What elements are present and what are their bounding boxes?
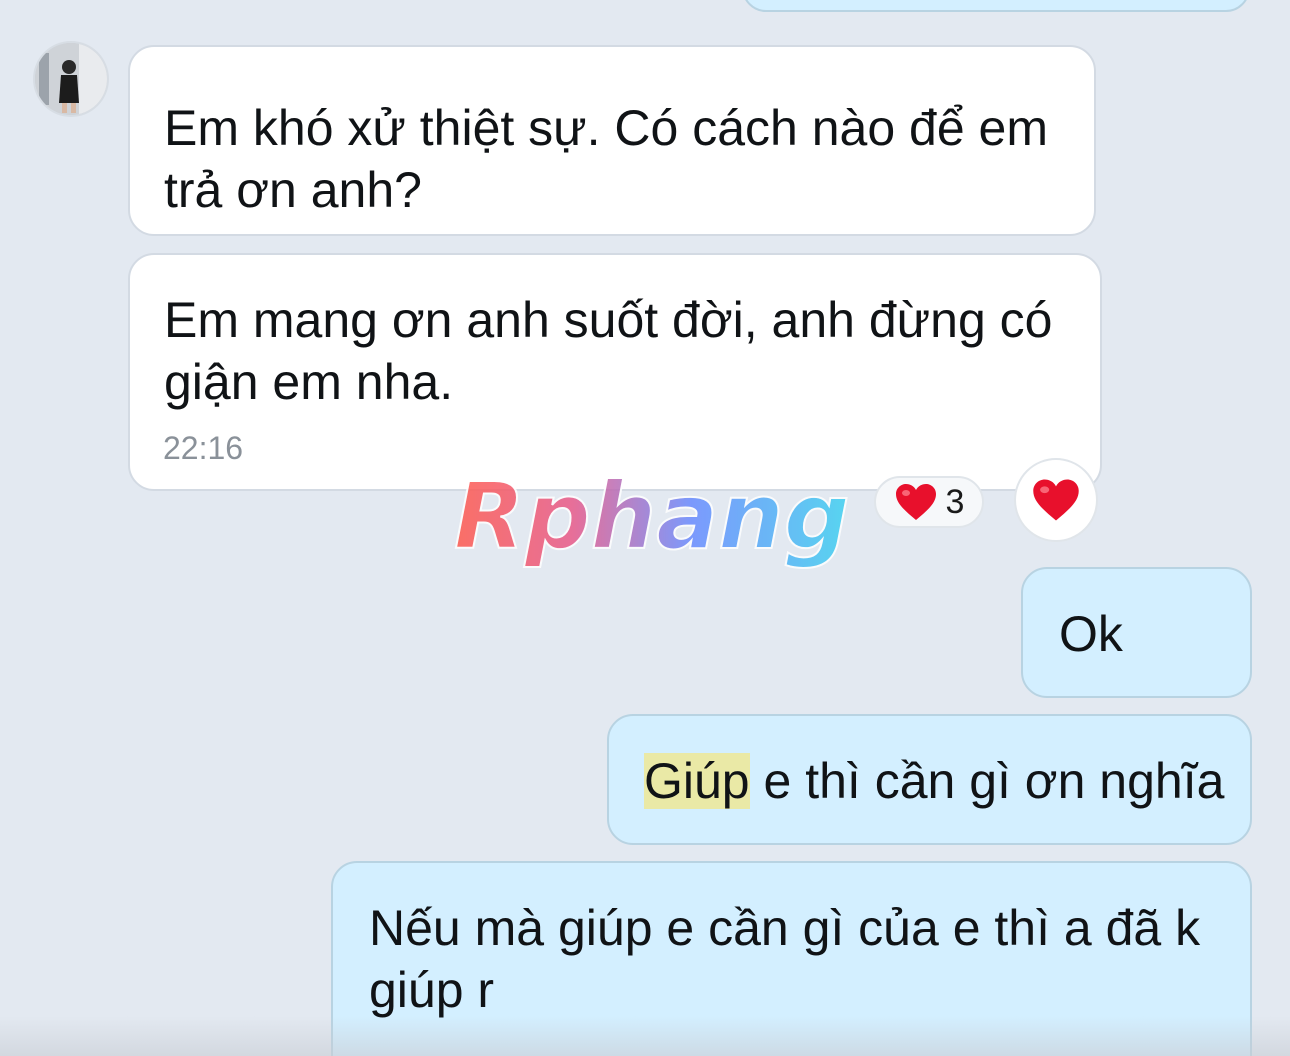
- message-text: Em khó xử thiệt sự. Có cách nào để em tr…: [164, 100, 1049, 218]
- incoming-message-bubble[interactable]: Em mang ơn anh suốt đời, anh đừng có giậ…: [128, 253, 1102, 491]
- message-text-rest: e thì cần gì ơn nghĩa: [749, 753, 1225, 809]
- message-text: Nếu mà giúp e cần gì của e thì a đã k gi…: [369, 900, 1201, 1018]
- outgoing-message-bubble[interactable]: Ok: [1021, 567, 1252, 698]
- message-timestamp: 22:16: [163, 430, 244, 466]
- outgoing-message-bubble[interactable]: Nếu mà giúp e cần gì của e thì a đã k gi…: [331, 861, 1252, 1056]
- message-text: Giúp e thì cần gì ơn nghĩa: [644, 750, 1250, 812]
- message-text: Em mang ơn anh suốt đời, anh đừng có giậ…: [164, 292, 1053, 410]
- watermark-logo: Rphang: [453, 470, 851, 571]
- message-text: Ok: [1059, 606, 1123, 662]
- heart-icon: [1033, 479, 1079, 521]
- heart-icon: [895, 484, 936, 520]
- avatar-photo: [35, 43, 107, 115]
- reaction-summary[interactable]: 3: [874, 476, 984, 528]
- sender-avatar[interactable]: [35, 43, 107, 115]
- reaction-count-label: 3: [945, 482, 965, 521]
- outgoing-message-bubble[interactable]: Giúp e thì cần gì ơn nghĩa: [607, 714, 1252, 845]
- search-highlight: Giúp: [644, 753, 750, 809]
- chat-view[interactable]: Em khó xử thiệt sự. Có cách nào để em tr…: [0, 0, 1290, 1056]
- incoming-message-bubble[interactable]: Em khó xử thiệt sự. Có cách nào để em tr…: [128, 45, 1096, 236]
- previous-message-bubble[interactable]: [742, 0, 1250, 12]
- watermark-text: Rphang: [454, 470, 850, 570]
- add-reaction-button[interactable]: [1014, 458, 1098, 542]
